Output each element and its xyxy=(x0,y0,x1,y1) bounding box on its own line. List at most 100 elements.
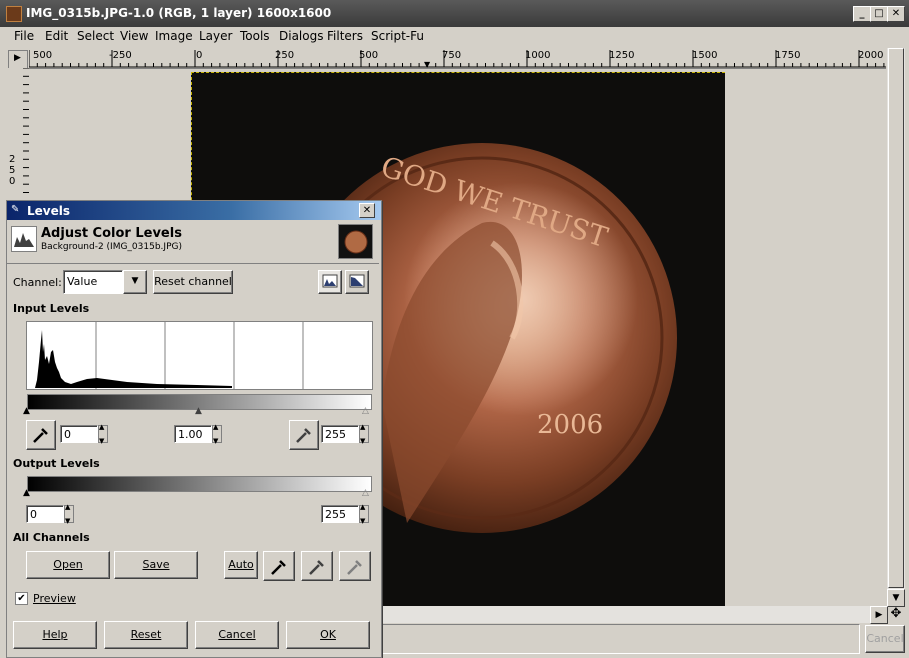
channel-select[interactable]: Value xyxy=(63,270,123,294)
help-button[interactable]: Help xyxy=(13,621,97,649)
gimp-icon: ✎ xyxy=(11,204,20,215)
input-levels-heading: Input Levels xyxy=(13,302,90,315)
preview-text: Preview xyxy=(33,592,76,605)
ruler-label: 250 xyxy=(275,50,295,61)
linear-histogram-icon[interactable] xyxy=(318,270,342,294)
menu-file[interactable]: File xyxy=(14,29,34,43)
dialog-titlebar: ✎ Levels ✕ xyxy=(7,201,381,220)
low-output-spinner[interactable] xyxy=(64,503,74,525)
ruler-label: 1250 xyxy=(609,50,635,61)
log-histogram-icon[interactable] xyxy=(345,270,369,294)
menu-arrow-button[interactable]: ▶ xyxy=(8,50,28,69)
ruler-label: 2000 xyxy=(858,50,884,61)
navigate-icon[interactable]: ✥ xyxy=(887,606,905,623)
black-eyedropper-icon[interactable] xyxy=(263,551,295,581)
save-label: Save xyxy=(142,558,170,571)
all-channels-heading: All Channels xyxy=(13,531,90,544)
close-icon[interactable]: ✕ xyxy=(887,6,905,22)
scroll-down-icon[interactable]: ▼ xyxy=(887,589,905,607)
ruler-label: 2 xyxy=(9,154,16,165)
ruler-label: 500 xyxy=(33,50,53,61)
coin-year: 2006 xyxy=(537,410,603,440)
save-button[interactable]: Save xyxy=(114,551,198,579)
cancel-label: Cancel xyxy=(218,628,256,641)
auto-label: Auto xyxy=(228,558,254,571)
statusbar: Cancel xyxy=(380,624,909,656)
menu-tools[interactable]: Tools xyxy=(240,29,270,43)
ruler-label: 1750 xyxy=(775,50,801,61)
low-input-spinner[interactable] xyxy=(98,423,108,445)
menu-script-fu[interactable]: Script-Fu xyxy=(371,29,424,43)
menu-image[interactable]: Image xyxy=(155,29,193,43)
ruler-label: 5 xyxy=(9,165,16,176)
menu-dialogs[interactable]: Dialogs xyxy=(279,29,323,43)
histogram xyxy=(26,321,373,390)
ok-button[interactable]: OK xyxy=(286,621,370,649)
gamma-handle[interactable]: ▲ xyxy=(195,406,202,416)
high-output-spinner[interactable] xyxy=(359,503,369,525)
ruler-label: 1000 xyxy=(525,50,551,61)
low-output-handle[interactable]: ▲ xyxy=(23,488,30,498)
black-point-picker-icon[interactable] xyxy=(26,420,56,450)
chevron-down-icon[interactable]: ▼ xyxy=(123,270,147,294)
scroll-thumb[interactable] xyxy=(888,48,904,588)
menu-select[interactable]: Select xyxy=(77,29,114,43)
thumbnail xyxy=(338,224,373,259)
ruler-label: 0 xyxy=(196,50,203,61)
dialog-heading: Adjust Color Levels xyxy=(41,226,182,241)
low-output-field[interactable]: 0 xyxy=(26,505,64,523)
status-message xyxy=(380,624,860,654)
menu-edit[interactable]: Edit xyxy=(45,29,68,43)
dialog-subheading: Background-2 (IMG_0315b.JPG) xyxy=(41,242,182,252)
window-title: IMG_0315b.JPG-1.0 (RGB, 1 layer) 1600x16… xyxy=(26,6,332,20)
high-input-spinner[interactable] xyxy=(359,423,369,445)
app-icon xyxy=(6,6,22,22)
ruler-label: 0 xyxy=(9,176,16,187)
white-eyedropper-icon[interactable] xyxy=(339,551,371,581)
low-input-handle[interactable]: ▲ xyxy=(23,406,30,416)
output-gradient xyxy=(27,476,372,492)
cancel-status-button[interactable]: Cancel xyxy=(865,625,905,653)
menubar: File Edit Select View Image Layer Tools … xyxy=(0,27,909,46)
ruler-label: -250 xyxy=(109,50,132,61)
help-label: Help xyxy=(42,628,68,641)
high-input-field[interactable]: 255 xyxy=(321,425,359,443)
reset-channel-button[interactable]: Reset channel xyxy=(153,270,233,294)
vertical-scrollbar[interactable]: ▼ xyxy=(887,48,905,607)
gray-point-picker-icon[interactable] xyxy=(289,420,319,450)
ruler-pointer-icon: ▼ xyxy=(424,60,431,69)
ruler-label: 500 xyxy=(359,50,379,61)
gray-eyedropper-icon[interactable] xyxy=(301,551,333,581)
reset-button[interactable]: Reset xyxy=(104,621,188,649)
open-button[interactable]: Open xyxy=(26,551,110,579)
ok-label: OK xyxy=(320,628,336,641)
ruler-label: 750 xyxy=(442,50,462,61)
reset-label: Reset xyxy=(130,628,162,641)
gamma-spinner[interactable] xyxy=(212,423,222,445)
minimize-icon[interactable]: _ xyxy=(853,6,871,22)
menu-view[interactable]: View xyxy=(120,29,148,43)
channel-label: Channel: xyxy=(13,276,62,289)
window-titlebar: IMG_0315b.JPG-1.0 (RGB, 1 layer) 1600x16… xyxy=(0,0,909,27)
preview-checkbox[interactable]: ✔ xyxy=(15,592,28,605)
dialog-title: Levels xyxy=(27,204,71,218)
horizontal-ruler: 500 -250 0 250 500 750 1000 1250 1500 17… xyxy=(29,48,886,69)
ruler-label: 1500 xyxy=(692,50,718,61)
close-icon[interactable]: ✕ xyxy=(359,203,375,218)
menu-filters[interactable]: Filters xyxy=(327,29,363,43)
high-output-field[interactable]: 255 xyxy=(321,505,359,523)
output-levels-heading: Output Levels xyxy=(13,457,100,470)
scroll-right-icon[interactable]: ▶ xyxy=(870,606,888,624)
maximize-icon[interactable]: □ xyxy=(870,6,888,22)
dialog-header: Adjust Color Levels Background-2 (IMG_03… xyxy=(7,221,379,264)
auto-button[interactable]: Auto xyxy=(224,551,258,579)
levels-icon xyxy=(11,226,37,252)
low-input-field[interactable]: 0 xyxy=(60,425,98,443)
high-input-handle[interactable]: △ xyxy=(362,406,369,416)
high-output-handle[interactable]: △ xyxy=(362,488,369,498)
gamma-field[interactable]: 1.00 xyxy=(174,425,212,443)
preview-label: Preview xyxy=(33,592,76,605)
menu-layer[interactable]: Layer xyxy=(199,29,232,43)
levels-dialog: ✎ Levels ✕ Adjust Color Levels Backgroun… xyxy=(6,200,382,658)
cancel-button[interactable]: Cancel xyxy=(195,621,279,649)
